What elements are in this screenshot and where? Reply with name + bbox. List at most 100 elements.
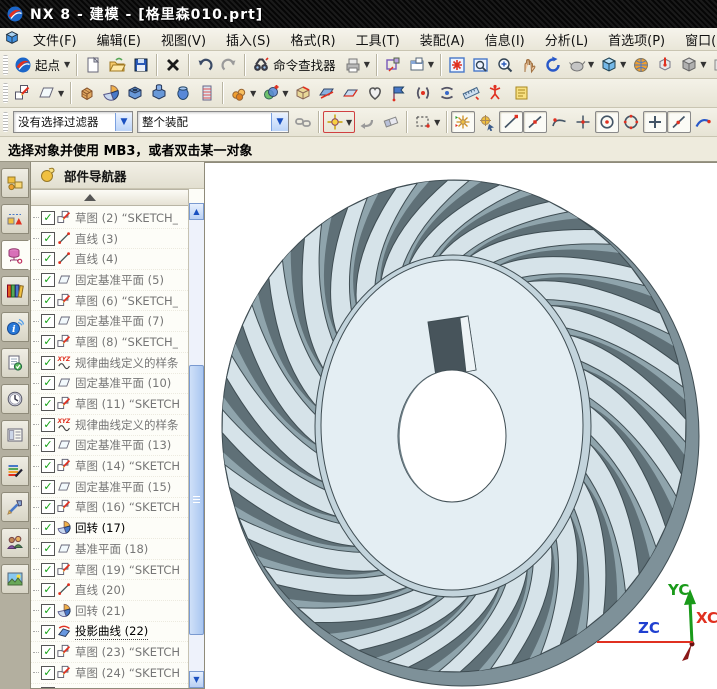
feature-row[interactable]: ✓XYZ规律曲线定义的样条 [31,353,204,374]
fit-view-button[interactable] [445,54,469,76]
feature-checkbox[interactable]: ✓ [41,252,55,266]
combo-dropdown-icon[interactable]: ▼ [271,113,288,131]
manufacturing-wizard-tab[interactable] [1,420,29,450]
start-button[interactable]: 起点▼ [11,53,73,76]
menu-assemblies[interactable]: 装配(A) [411,28,474,51]
thread-button[interactable] [195,82,219,104]
feature-row[interactable]: ✓直线 (3) [31,229,204,250]
scroll-thumb[interactable] [189,365,204,635]
sketch-button[interactable] [11,82,35,104]
touch-mode-button[interactable] [381,54,405,76]
feature-row[interactable]: ✓直线 (4) [31,249,204,270]
menu-tools[interactable]: 工具(T) [347,28,409,51]
process-studio-tab[interactable] [1,384,29,414]
datum-csys-button[interactable] [387,82,411,104]
snap-existing-point-toggle[interactable] [643,111,667,133]
document-menu-icon[interactable] [4,30,22,48]
revolve-button[interactable] [99,82,123,104]
thicken-button[interactable] [339,82,363,104]
true-shading-button[interactable] [629,54,653,76]
dropdown-arrow-icon[interactable]: ▼ [700,60,706,69]
rotate-view-button[interactable] [541,54,565,76]
feature-checkbox[interactable]: ✓ [41,625,55,639]
scroll-down-button[interactable]: ▼ [189,671,204,688]
menu-view[interactable]: 视图(V) [152,28,215,51]
reuse-library-tab[interactable] [1,276,29,306]
feature-checkbox[interactable]: ✓ [41,314,55,328]
feature-checkbox[interactable]: ✓ [41,356,55,370]
save-button[interactable] [129,54,153,76]
feature-row[interactable]: ✓固定基准平面 (7) [31,311,204,332]
menu-format[interactable]: 格式(R) [281,28,344,51]
dropdown-arrow-icon[interactable]: ▼ [58,89,64,98]
pan-button[interactable] [517,54,541,76]
chamfer-button[interactable] [291,82,315,104]
system-scenes-tab[interactable] [1,564,29,594]
feature-checkbox[interactable]: ✓ [41,294,55,308]
menu-window[interactable]: 窗口(O) [676,28,717,51]
combo-dropdown-icon[interactable]: ▼ [115,113,132,131]
rectangle-select-button[interactable]: ▼ [411,111,443,133]
snap-enable-toggle[interactable] [451,111,475,133]
selection-filter-select[interactable]: 没有选择过滤器▼ [13,111,133,133]
deselect-all-button[interactable] [379,111,403,133]
feature-checkbox[interactable]: ✓ [41,438,55,452]
feature-checkbox[interactable]: ✓ [41,418,55,432]
web-browser-tab[interactable]: i [1,312,29,342]
feature-row[interactable]: ✓基准平面 (18) [31,539,204,560]
snap-point-on-curve-toggle[interactable] [667,111,691,133]
new-file-button[interactable] [81,54,105,76]
studio-spline-button[interactable] [363,82,387,104]
feature-checkbox[interactable]: ✓ [41,376,55,390]
feature-row[interactable]: ✓固定基准平面 (13) [31,436,204,457]
zoom-region-button[interactable] [469,54,493,76]
3d-model-gear[interactable] [205,163,717,689]
snap-cursor-toggle[interactable] [475,111,499,133]
menu-preferences[interactable]: 首选项(P) [599,28,674,51]
open-button[interactable] [105,54,129,76]
feature-row[interactable]: ✓固定基准平面 (5) [31,270,204,291]
more-commands-button[interactable] [507,82,531,104]
dropdown-arrow-icon[interactable]: ▼ [64,60,70,69]
shell-button[interactable] [171,82,195,104]
menu-information[interactable]: 信息(I) [476,28,534,51]
tree-scrollbar[interactable]: ▲ ▼ [188,203,204,688]
feature-checkbox[interactable]: ✓ [41,521,55,535]
feature-row[interactable]: ✓草图 (19) “SKETCH [31,560,204,581]
menu-file[interactable]: 文件(F) [24,28,86,51]
zoom-in-out-button[interactable] [493,54,517,76]
delete-button[interactable] [161,54,185,76]
constraint-navigator-tab[interactable] [1,204,29,234]
shaded-view-button[interactable]: ▼ [597,54,629,76]
feature-row[interactable]: ✓固定基准平面 (10) [31,374,204,395]
menu-edit[interactable]: 编辑(E) [88,28,150,51]
dropdown-arrow-icon[interactable]: ▼ [588,60,594,69]
snap-intersection-toggle[interactable] [571,111,595,133]
feature-checkbox[interactable]: ✓ [41,542,55,556]
redo-button[interactable] [217,54,241,76]
orient-view-button[interactable] [653,54,677,76]
dropdown-arrow-icon[interactable]: ▼ [620,60,626,69]
toolbar-grip[interactable] [3,55,8,75]
feature-row[interactable]: ✓回转 (21) [31,601,204,622]
feature-checkbox[interactable]: ✓ [41,500,55,514]
unite-button[interactable]: ▼ [259,82,291,104]
system-tools-tab[interactable] [1,492,29,522]
selection-scope-select[interactable]: 整个装配▼ [137,111,289,133]
assembly-navigator-tab[interactable] [1,168,29,198]
feature-checkbox[interactable]: ✓ [41,604,55,618]
deviation-gauge-button[interactable] [483,82,507,104]
snap-endpoint-toggle[interactable] [499,111,523,133]
feature-checkbox[interactable]: ✓ [41,666,55,680]
feature-checkbox[interactable]: ✓ [41,583,55,597]
feature-row[interactable]: ✓扫掠 (25) [31,684,204,688]
feature-checkbox[interactable]: ✓ [41,459,55,473]
roles-palette-tab[interactable] [1,456,29,486]
dropdown-arrow-icon[interactable]: ▼ [250,89,256,98]
feature-checkbox[interactable]: ✓ [41,687,55,688]
feature-row[interactable]: ✓草图 (14) “SKETCH [31,456,204,477]
feature-row[interactable]: ✓草图 (23) “SKETCH [31,642,204,663]
render-style-button[interactable]: ▼ [565,54,597,76]
print-button[interactable]: ▼ [341,54,373,76]
feature-row[interactable]: ✓草图 (16) “SKETCH [31,498,204,519]
